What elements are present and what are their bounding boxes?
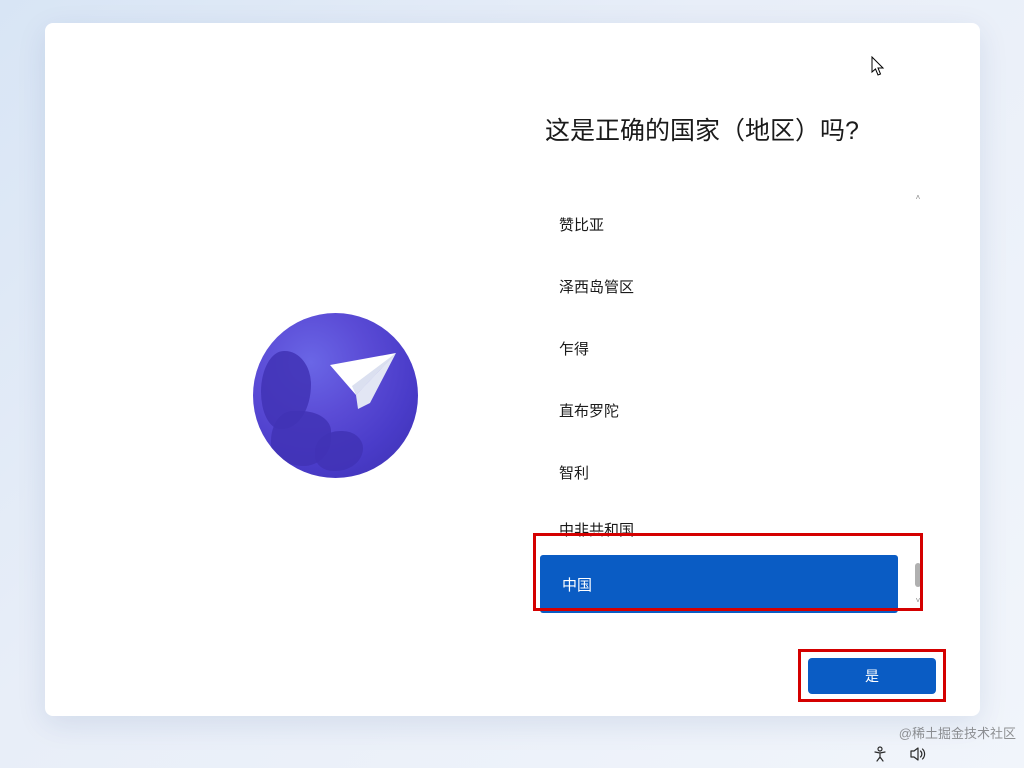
list-item[interactable]: 智利 [537, 441, 905, 503]
watermark-text: @稀土掘金技术社区 [899, 723, 1016, 742]
list-item-label: 中国 [562, 574, 592, 595]
paper-plane-icon [328, 351, 398, 411]
volume-icon[interactable] [910, 746, 928, 762]
list-item-label: 泽西岛管区 [559, 276, 634, 297]
list-item[interactable]: 中非共和国 [537, 503, 905, 555]
accessibility-icon[interactable] [872, 746, 888, 762]
globe-illustration [253, 313, 418, 478]
content-pane: 这是正确的国家（地区）吗? 赞比亚 泽西岛管区 乍得 直布罗陀 智利 中非共和国… [535, 23, 980, 716]
country-list-container: 赞比亚 泽西岛管区 乍得 直布罗陀 智利 中非共和国 中国 ˄ ˅ [537, 193, 932, 613]
page-title: 这是正确的国家（地区）吗? [545, 111, 980, 147]
country-list[interactable]: 赞比亚 泽西岛管区 乍得 直布罗陀 智利 中非共和国 中国 [537, 193, 905, 613]
list-item[interactable]: 泽西岛管区 [537, 255, 905, 317]
list-item[interactable]: 直布罗陀 [537, 379, 905, 441]
list-item-label: 中非共和国 [559, 519, 634, 540]
illustration-pane [45, 23, 535, 716]
scroll-thumb[interactable] [915, 563, 921, 587]
scrollbar[interactable]: ˄ ˅ [913, 193, 923, 606]
scroll-down-icon[interactable]: ˅ [913, 596, 923, 606]
confirm-button[interactable]: 是 [808, 658, 936, 694]
list-item[interactable]: 乍得 [537, 317, 905, 379]
list-item-label: 乍得 [559, 338, 589, 359]
list-item[interactable]: 赞比亚 [537, 193, 905, 255]
list-item-label: 赞比亚 [559, 214, 604, 235]
list-item-label: 智利 [559, 462, 589, 483]
scroll-up-icon[interactable]: ˄ [913, 193, 923, 203]
taskbar-icons [872, 746, 928, 762]
list-item-label: 直布罗陀 [559, 400, 619, 421]
oobe-card: 这是正确的国家（地区）吗? 赞比亚 泽西岛管区 乍得 直布罗陀 智利 中非共和国… [45, 23, 980, 716]
list-item-selected[interactable]: 中国 [540, 555, 898, 613]
